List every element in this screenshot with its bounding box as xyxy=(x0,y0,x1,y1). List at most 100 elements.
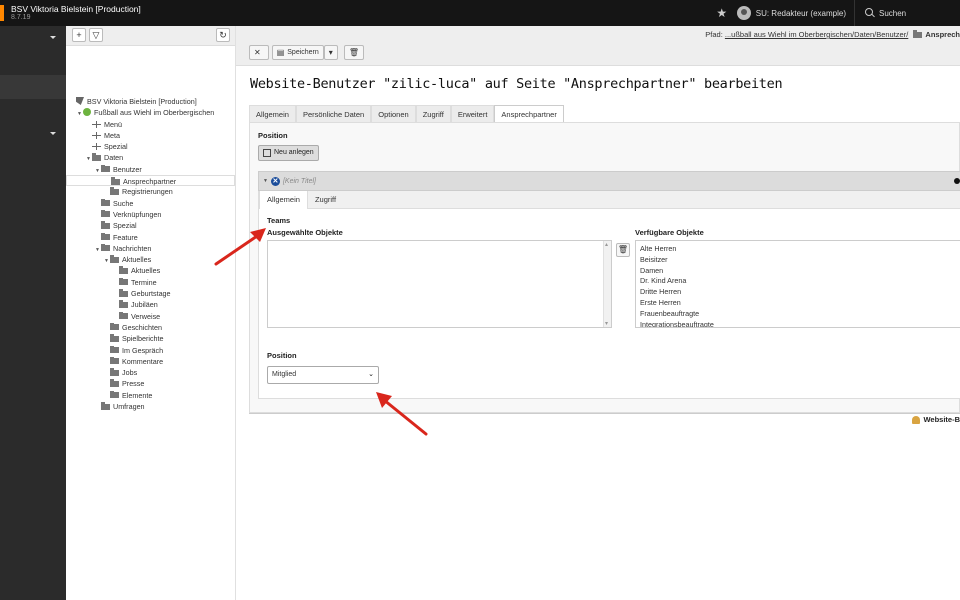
tree-label: Elemente xyxy=(122,390,153,400)
folder-icon xyxy=(110,334,119,342)
tab-persoenliche-daten[interactable]: Persönliche Daten xyxy=(295,105,372,122)
tab-zugriff[interactable]: Zugriff xyxy=(415,105,451,122)
tree-item-feature[interactable]: Feature xyxy=(66,232,235,243)
tree-item-kommentare[interactable]: Kommentare xyxy=(66,356,235,367)
tab-optionen[interactable]: Optionen xyxy=(371,105,416,122)
tree-item-elemente[interactable]: Elemente xyxy=(66,390,235,401)
search-icon xyxy=(865,8,875,18)
module-group-file[interactable] xyxy=(0,123,66,147)
tree-item-meta[interactable]: Meta xyxy=(66,130,235,141)
tree-item-benutzer[interactable]: ▼ Benutzer xyxy=(66,164,235,175)
tree-root[interactable]: BSV Viktoria Bielstein [Production] xyxy=(66,96,235,107)
list-item[interactable]: Integrationsbeauftragte xyxy=(636,320,960,327)
list-item[interactable]: Alte Herren xyxy=(636,244,960,255)
star-icon[interactable]: ★ xyxy=(711,6,733,20)
tree-item-spezial[interactable]: Spezial xyxy=(66,141,235,152)
tree-item-geburtstage[interactable]: Geburtstage xyxy=(66,288,235,299)
tab-allgemein[interactable]: Allgemein xyxy=(249,105,296,122)
inline-record-header[interactable]: ▼ ✕ [Kein Titel] xyxy=(258,171,960,191)
folder-icon xyxy=(110,345,119,354)
tree-item-aktuelles[interactable]: ▼ Aktuelles xyxy=(66,254,235,265)
path-link[interactable]: ...ußball aus Wiehl im Oberbergischen/Da… xyxy=(725,30,908,39)
record-status-icon: ✕ xyxy=(270,176,280,186)
tree-item-registrierungen[interactable]: Registrierungen xyxy=(66,186,235,197)
tree-item-verweise[interactable]: Verweise xyxy=(66,311,235,322)
list-item[interactable]: Damen xyxy=(636,266,960,277)
content-area: Pfad: ...ußball aus Wiehl im Oberbergisc… xyxy=(236,26,960,600)
tree-item-umfragen[interactable]: Umfragen xyxy=(66,401,235,412)
tree-item-daten[interactable]: ▼ Daten xyxy=(66,152,235,163)
remove-selected-button[interactable]: 🗑 xyxy=(616,243,630,257)
new-page-icon[interactable]: + xyxy=(72,28,86,42)
tree-label: Nachrichten xyxy=(113,243,152,253)
tree-item-jobs[interactable]: Jobs xyxy=(66,367,235,378)
user-menu[interactable]: SU: Redakteur (example) xyxy=(756,9,846,18)
module-group-web[interactable] xyxy=(0,27,66,51)
record-action-icon[interactable] xyxy=(954,178,960,184)
tree-item-menu[interactable]: Menü xyxy=(66,119,235,130)
list-item[interactable]: Frauenbeauftragte xyxy=(636,309,960,320)
filter-icon[interactable]: ▽ xyxy=(89,28,103,42)
tree-item-aktuelles-2[interactable]: Aktuelles xyxy=(66,265,235,276)
record-info: Website-B xyxy=(912,415,960,424)
new-record-button[interactable]: Neu anlegen xyxy=(258,145,319,161)
folder-icon xyxy=(101,221,110,229)
folder-icon xyxy=(110,255,119,263)
separator-icon xyxy=(92,131,101,139)
tree-item-suche[interactable]: Suche xyxy=(66,198,235,209)
chevron-down-icon[interactable]: ▼ xyxy=(263,178,268,184)
list-item[interactable]: Erste Herren xyxy=(636,298,960,309)
tree-item-im-gespraech[interactable]: Im Gespräch xyxy=(66,345,235,356)
inline-record-body: Allgemein Zugriff Teams Ausgewählte Obje… xyxy=(258,191,960,399)
typo3-logo[interactable] xyxy=(0,5,4,21)
refresh-icon[interactable]: ↻ xyxy=(216,28,230,42)
list-item[interactable]: Beisitzer xyxy=(636,255,960,266)
tree-label: Spielberichte xyxy=(122,334,164,344)
tab-erweitert[interactable]: Erweitert xyxy=(450,105,495,122)
tree-item-jubilaeen[interactable]: Jubiläen xyxy=(66,299,235,310)
delete-button[interactable]: 🗑 xyxy=(343,45,364,60)
save-icon: ▤ xyxy=(276,48,285,57)
search-button[interactable]: Suchen xyxy=(855,0,960,26)
tree-item-termine[interactable]: Termine xyxy=(66,277,235,288)
close-button[interactable]: ✕ xyxy=(249,45,269,60)
list-item[interactable]: Dr. Kind Arena xyxy=(636,276,960,287)
module-item-active[interactable] xyxy=(0,75,66,99)
avatar[interactable] xyxy=(736,6,751,20)
selected-objects-list[interactable] xyxy=(267,240,612,328)
tree-item-site[interactable]: ▼ Fußball aus Wiehl im Oberbergischen xyxy=(66,107,235,118)
scrollbar[interactable] xyxy=(603,241,611,327)
teams-label: Teams xyxy=(267,216,291,225)
tree-item-spielberichte[interactable]: Spielberichte xyxy=(66,333,235,344)
tree-item-geschichten[interactable]: Geschichten xyxy=(66,322,235,333)
available-objects-list[interactable]: Alte Herren Beisitzer Damen Dr. Kind Are… xyxy=(635,240,960,328)
folder-icon xyxy=(92,153,101,161)
save-dropdown-button[interactable]: ▾ xyxy=(323,45,338,60)
save-button[interactable]: ▤ Speichern xyxy=(271,45,324,60)
tree-label: Registrierungen xyxy=(122,187,173,197)
new-record-icon xyxy=(263,149,271,157)
path-current: Ansprech xyxy=(925,30,960,39)
tree-label: Fußball aus Wiehl im Oberbergischen xyxy=(94,108,215,118)
list-item[interactable]: Dritte Herren xyxy=(636,287,960,298)
inline-tab-allgemein[interactable]: Allgemein xyxy=(259,191,308,209)
folder-icon xyxy=(101,402,110,410)
tab-ansprechpartner[interactable]: Ansprechpartner xyxy=(494,105,564,122)
separator-icon xyxy=(92,143,101,151)
available-objects-label: Verfügbare Objekte xyxy=(635,228,704,237)
tree-item-nachrichten[interactable]: ▼ Nachrichten xyxy=(66,243,235,254)
position-select[interactable]: Mitglied ⌄ xyxy=(267,366,379,384)
tree-item-verknuepfungen[interactable]: Verknüpfungen xyxy=(66,209,235,220)
folder-icon xyxy=(101,198,110,207)
folder-icon xyxy=(119,266,128,274)
separator-icon xyxy=(92,120,101,128)
tree-item-ansprechpartner[interactable]: Ansprechpartner xyxy=(66,175,235,187)
path-label: Pfad: xyxy=(705,30,723,39)
tree-item-presse[interactable]: Presse xyxy=(66,378,235,389)
tree-label: Spezial xyxy=(104,142,128,152)
tree-item-spezial-2[interactable]: Spezial xyxy=(66,220,235,231)
tree-label: Verweise xyxy=(131,311,161,321)
tab-panel: Position Neu anlegen ▼ ✕ [Kein Titel] Al… xyxy=(249,122,960,413)
tree-label: Presse xyxy=(122,379,145,389)
inline-tab-zugriff[interactable]: Zugriff xyxy=(308,191,343,209)
